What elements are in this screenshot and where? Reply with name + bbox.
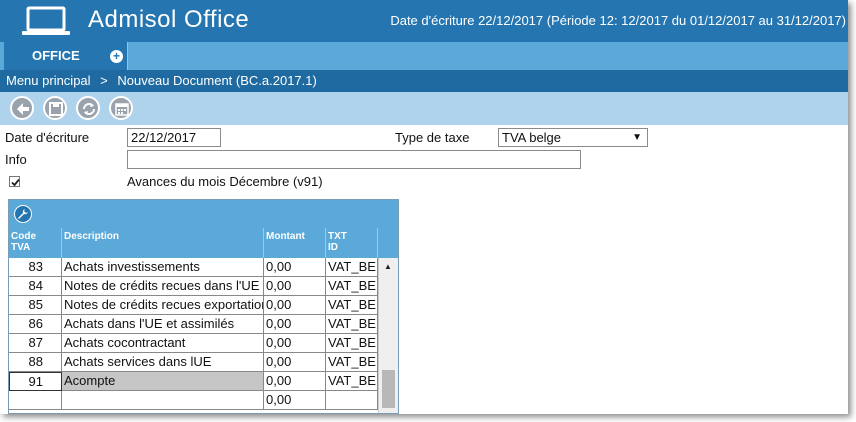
table-row-selected[interactable]: 91 Acompte 0,00 VAT_BE [9, 372, 378, 391]
dropdown-arrow-icon: ▼ [632, 132, 642, 143]
save-button[interactable] [43, 96, 67, 120]
toolbar [0, 92, 848, 125]
laptop-icon [20, 6, 72, 36]
cell-description[interactable]: Notes de crédits recues exportations [62, 296, 264, 315]
advances-checkbox[interactable] [9, 176, 20, 187]
cell-txt-id[interactable]: VAT_BE [326, 277, 378, 296]
grid-header: Code TVA Description Montant TXT ID [9, 228, 398, 258]
cell-txt-id[interactable]: VAT_BE [326, 353, 378, 372]
tax-type-select[interactable]: TVA belge ▼ [498, 128, 648, 147]
date-label: Date d'écriture [5, 130, 90, 145]
grid-scrollbar[interactable]: ▲ [378, 258, 398, 413]
cell-txt-id [326, 391, 378, 410]
cell-code[interactable]: 83 [9, 258, 62, 277]
info-input[interactable] [127, 150, 581, 169]
cell-montant[interactable]: 0,00 [264, 334, 326, 353]
info-label: Info [5, 152, 27, 167]
scroll-up-arrow-icon[interactable]: ▲ [384, 262, 392, 271]
refresh-button[interactable] [76, 96, 100, 120]
breadcrumb-menu-principal[interactable]: Menu principal [6, 73, 91, 88]
breadcrumb-current-document: Nouveau Document (BC.a.2017.1) [117, 73, 317, 88]
column-header-line: Montant [266, 231, 305, 242]
checkmark-icon [11, 178, 20, 187]
cell-code[interactable]: 91 [9, 372, 62, 391]
breadcrumb: Menu principal > Nouveau Document (BC.a.… [0, 70, 848, 92]
column-header-line: TVA [11, 242, 31, 253]
app-header: Admisol Office Date d'écriture 22/12/201… [0, 0, 848, 42]
cell-txt-id[interactable]: VAT_BE [326, 372, 378, 391]
vat-grid: Code TVA Description Montant TXT ID 83 A… [8, 199, 399, 414]
cell-txt-id[interactable]: VAT_BE [326, 315, 378, 334]
cell-montant[interactable]: 0,00 [264, 277, 326, 296]
table-row[interactable]: 87 Achats cocontractant 0,00 VAT_BE [9, 334, 378, 353]
column-header-description[interactable]: Description [62, 228, 264, 258]
column-header-montant[interactable]: Montant [264, 228, 326, 258]
accounting-period-info: Date d'écriture 22/12/2017 (Période 12: … [390, 13, 846, 28]
app-title: Admisol Office [88, 6, 250, 33]
cell-montant[interactable]: 0,00 [264, 353, 326, 372]
tax-type-value: TVA belge [502, 130, 562, 145]
table-row[interactable]: 86 Achats dans l'UE et assimilés 0,00 VA… [9, 315, 378, 334]
cell-code[interactable]: 86 [9, 315, 62, 334]
cell-description [62, 391, 264, 410]
calendar-button[interactable] [109, 96, 133, 120]
column-header-line: ID [328, 242, 338, 253]
cell-montant[interactable]: 0,00 [264, 315, 326, 334]
cell-description[interactable]: Acompte [62, 372, 264, 391]
table-row[interactable]: 83 Achats investissements 0,00 VAT_BE [9, 258, 378, 277]
cell-montant[interactable]: 0,00 [264, 258, 326, 277]
cell-code[interactable]: 88 [9, 353, 62, 372]
add-tab-icon[interactable]: + [110, 50, 123, 63]
column-header-line: TXT [328, 231, 347, 242]
cell-txt-id[interactable]: VAT_BE [326, 296, 378, 315]
cell-code[interactable]: 85 [9, 296, 62, 315]
tab-office-label: OFFICE [32, 48, 80, 63]
column-header-line: Description [64, 231, 120, 242]
cell-description[interactable]: Achats dans l'UE et assimilés [62, 315, 264, 334]
grid-toolbar [9, 200, 398, 228]
column-header-code-tva[interactable]: Code TVA [9, 228, 62, 258]
table-row[interactable]: 85 Notes de crédits recues exportations … [9, 296, 378, 315]
back-button[interactable] [10, 96, 34, 120]
table-row-total: 0,00 [9, 391, 378, 410]
column-header-line: Code [11, 231, 36, 242]
cell-description[interactable]: Notes de crédits recues dans l'UE [62, 277, 264, 296]
advances-checkbox-label: Avances du mois Décembre (v91) [127, 174, 323, 189]
cell-code[interactable]: 84 [9, 277, 62, 296]
cell-txt-id[interactable]: VAT_BE [326, 258, 378, 277]
tabs-bar: OFFICE + [0, 42, 848, 70]
cell-montant-total: 0,00 [264, 391, 326, 410]
cell-code[interactable]: 87 [9, 334, 62, 353]
cell-montant[interactable]: 0,00 [264, 296, 326, 315]
date-input[interactable]: 22/12/2017 [127, 128, 221, 147]
cell-code [9, 391, 62, 410]
cell-description[interactable]: Achats cocontractant [62, 334, 264, 353]
cell-montant[interactable]: 0,00 [264, 372, 326, 391]
scrollbar-thumb[interactable] [382, 370, 395, 408]
wrench-icon[interactable] [14, 205, 32, 223]
cell-description[interactable]: Achats investissements [62, 258, 264, 277]
table-row[interactable]: 88 Achats services dans lUE 0,00 VAT_BE [9, 353, 378, 372]
column-header-txt-id[interactable]: TXT ID [326, 228, 378, 258]
table-row[interactable]: 84 Notes de crédits recues dans l'UE 0,0… [9, 277, 378, 296]
app-window: Admisol Office Date d'écriture 22/12/201… [0, 0, 848, 414]
cell-description[interactable]: Achats services dans lUE [62, 353, 264, 372]
cell-txt-id[interactable]: VAT_BE [326, 334, 378, 353]
breadcrumb-separator: > [100, 73, 108, 88]
tax-type-label: Type de taxe [395, 130, 470, 145]
tab-office[interactable]: OFFICE + [4, 42, 128, 70]
